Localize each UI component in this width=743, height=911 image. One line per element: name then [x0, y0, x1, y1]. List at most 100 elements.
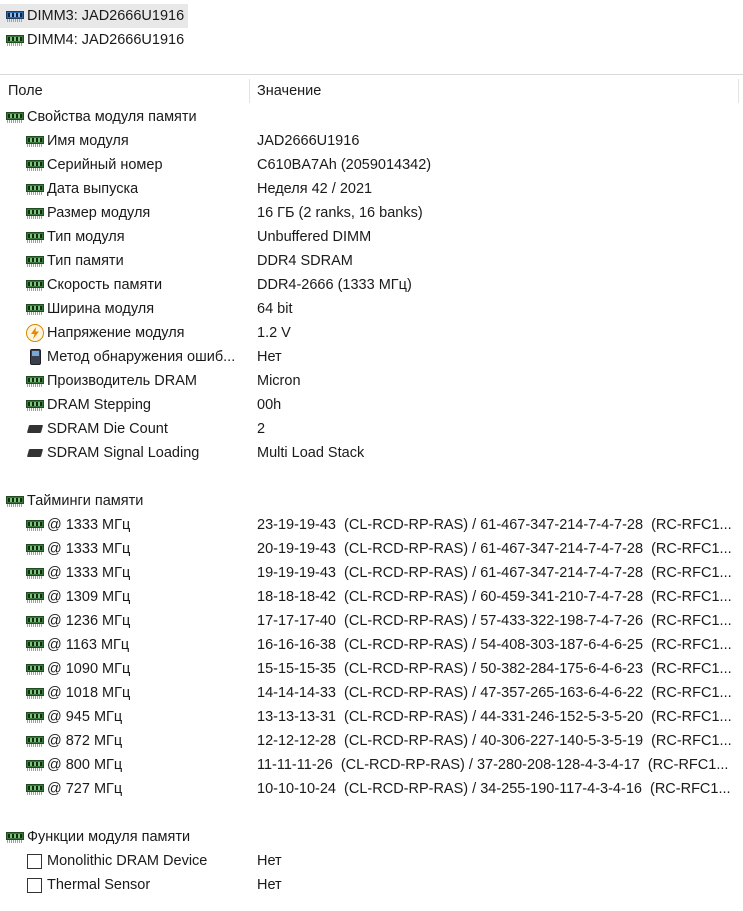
ram-module-icon [6, 111, 24, 123]
timing-row[interactable]: @ 727 МГц 10-10-10-24 (CL-RCD-RP-RAS) / 3… [0, 777, 743, 801]
field-value: 1.2 V [257, 325, 291, 341]
ram-module-icon [26, 711, 44, 723]
field-value: 64 bit [257, 301, 293, 317]
field-label: SDRAM Signal Loading [47, 445, 200, 461]
field-value: Unbuffered DIMM [257, 229, 372, 245]
ram-module-icon [6, 495, 24, 507]
ram-module-icon [26, 183, 44, 195]
timing-row[interactable]: @ 945 МГц 13-13-13-31 (CL-RCD-RP-RAS) / 4… [0, 705, 743, 729]
ram-module-icon [26, 639, 44, 651]
property-row[interactable]: Метод обнаружения ошиб... Нет [0, 345, 743, 369]
ram-module-icon [26, 399, 44, 411]
field-label: @ 1018 МГц [47, 685, 131, 701]
field-value: 2 [257, 421, 266, 437]
field-value: DDR4-2666 (1333 МГц) [257, 277, 412, 293]
property-row[interactable]: Ширина модуля 64 bit [0, 297, 743, 321]
field-label: @ 872 МГц [47, 733, 123, 749]
field-label: Thermal Sensor [47, 877, 151, 893]
field-label: Размер модуля [47, 205, 151, 221]
property-row[interactable]: Имя модуля JAD2666U1916 [0, 129, 743, 153]
ram-module-icon [26, 519, 44, 531]
ram-module-icon [26, 687, 44, 699]
field-label: @ 1309 МГц [47, 589, 131, 605]
field-value: 20-19-19-43 (CL-RCD-RP-RAS) / 61-467-347… [257, 541, 732, 557]
timing-row[interactable]: @ 1018 МГц 14-14-14-33 (CL-RCD-RP-RAS) / … [0, 681, 743, 705]
property-row[interactable]: Тип модуля Unbuffered DIMM [0, 225, 743, 249]
property-row[interactable]: DRAM Stepping 00h [0, 393, 743, 417]
field-value: 14-14-14-33 (CL-RCD-RP-RAS) / 47-357-265… [257, 685, 732, 701]
property-row[interactable]: Производитель DRAM Micron [0, 369, 743, 393]
timing-row[interactable]: @ 1333 МГц 19-19-19-43 (CL-RCD-RP-RAS) / … [0, 561, 743, 585]
property-row[interactable]: Тип памяти DDR4 SDRAM [0, 249, 743, 273]
field-label: Метод обнаружения ошиб... [47, 349, 236, 365]
field-value: JAD2666U1916 [257, 133, 360, 149]
chip-icon [26, 447, 44, 459]
field-value: 12-12-12-28 (CL-RCD-RP-RAS) / 40-306-227… [257, 733, 732, 749]
checkbox[interactable] [27, 853, 42, 869]
field-value: Нет [257, 877, 282, 893]
ram-module-icon [6, 10, 24, 22]
field-label: Дата выпуска [47, 181, 139, 197]
timing-row[interactable]: @ 1236 МГц 17-17-17-40 (CL-RCD-RP-RAS) / … [0, 609, 743, 633]
field-value: 00h [257, 397, 282, 413]
field-value: 11-11-11-26 (CL-RCD-RP-RAS) / 37-280-208… [257, 757, 729, 773]
field-label: SDRAM Die Count [47, 421, 168, 437]
field-value: 10-10-10-24 (CL-RCD-RP-RAS) / 34-255-190… [257, 781, 731, 797]
function-row[interactable]: Thermal Sensor Нет [0, 873, 743, 897]
field-label: DRAM Stepping [47, 397, 151, 413]
group-header-timings[interactable]: Тайминги памяти [0, 489, 743, 513]
field-label: Скорость памяти [47, 277, 163, 293]
ram-module-icon [6, 831, 24, 843]
dimm-list: DIMM3: JAD2666U1916 DIMM4: JAD2666U1916 [0, 4, 743, 52]
property-row[interactable]: Размер модуля 16 ГБ (2 ranks, 16 banks) [0, 201, 743, 225]
ram-module-icon [26, 279, 44, 291]
timing-row[interactable]: @ 1163 МГц 16-16-16-38 (CL-RCD-RP-RAS) / … [0, 633, 743, 657]
ram-module-icon [26, 375, 44, 387]
field-label: Имя модуля [47, 133, 129, 149]
property-row[interactable]: Напряжение модуля 1.2 V [0, 321, 743, 345]
field-label: Серийный номер [47, 157, 163, 173]
field-label: Напряжение модуля [47, 325, 185, 341]
column-header-value[interactable]: Значение [251, 79, 739, 103]
ram-module-icon [26, 543, 44, 555]
ram-module-icon [26, 255, 44, 267]
timing-row[interactable]: @ 1090 МГц 15-15-15-35 (CL-RCD-RP-RAS) / … [0, 657, 743, 681]
field-value: Нет [257, 853, 282, 869]
field-label: Monolithic DRAM Device [47, 853, 208, 869]
timing-row[interactable]: @ 1309 МГц 18-18-18-42 (CL-RCD-RP-RAS) / … [0, 585, 743, 609]
property-row[interactable]: Дата выпуска Неделя 42 / 2021 [0, 177, 743, 201]
field-value: 15-15-15-35 (CL-RCD-RP-RAS) / 50-382-284… [257, 661, 732, 677]
field-label: Ширина модуля [47, 301, 155, 317]
function-row[interactable]: Monolithic DRAM Device Нет [0, 849, 743, 873]
properties-grid: Свойства модуля памяти Имя модуля JAD2666U… [0, 105, 743, 897]
dimm-item-dimm4[interactable]: DIMM4: JAD2666U1916 [0, 28, 743, 52]
field-label: @ 945 МГц [47, 709, 123, 725]
field-label: Тип памяти [47, 253, 124, 269]
group-header-functions[interactable]: Функции модуля памяти [0, 825, 743, 849]
field-label: @ 1333 МГц [47, 517, 131, 533]
timing-row[interactable]: @ 1333 МГц 20-19-19-43 (CL-RCD-RP-RAS) / … [0, 537, 743, 561]
dimm-item-label: DIMM3: JAD2666U1916 [27, 8, 185, 24]
column-header-field[interactable]: Поле [0, 79, 250, 103]
timing-row[interactable]: @ 1333 МГц 23-19-19-43 (CL-RCD-RP-RAS) / … [0, 513, 743, 537]
group-header-module-props[interactable]: Свойства модуля памяти [0, 105, 743, 129]
property-row[interactable]: Серийный номер C610BA7Ah (2059014342) [0, 153, 743, 177]
property-row[interactable]: SDRAM Signal Loading Multi Load Stack [0, 441, 743, 465]
ram-module-icon [26, 759, 44, 771]
checkbox[interactable] [27, 877, 42, 893]
field-value: DDR4 SDRAM [257, 253, 353, 269]
property-row[interactable]: SDRAM Die Count 2 [0, 417, 743, 441]
dimm-item-dimm3[interactable]: DIMM3: JAD2666U1916 [0, 4, 188, 28]
ram-module-icon [26, 207, 44, 219]
timing-row[interactable]: @ 872 МГц 12-12-12-28 (CL-RCD-RP-RAS) / 4… [0, 729, 743, 753]
field-value: 17-17-17-40 (CL-RCD-RP-RAS) / 57-433-322… [257, 613, 732, 629]
field-label: @ 1163 МГц [47, 637, 130, 653]
property-row[interactable]: Скорость памяти DDR4-2666 (1333 МГц) [0, 273, 743, 297]
ram-module-icon [26, 615, 44, 627]
field-value: Нет [257, 349, 282, 365]
timing-row[interactable]: @ 800 МГц 11-11-11-26 (CL-RCD-RP-RAS) / 3… [0, 753, 743, 777]
group-title: Функции модуля памяти [27, 829, 191, 845]
ram-module-icon [26, 663, 44, 675]
